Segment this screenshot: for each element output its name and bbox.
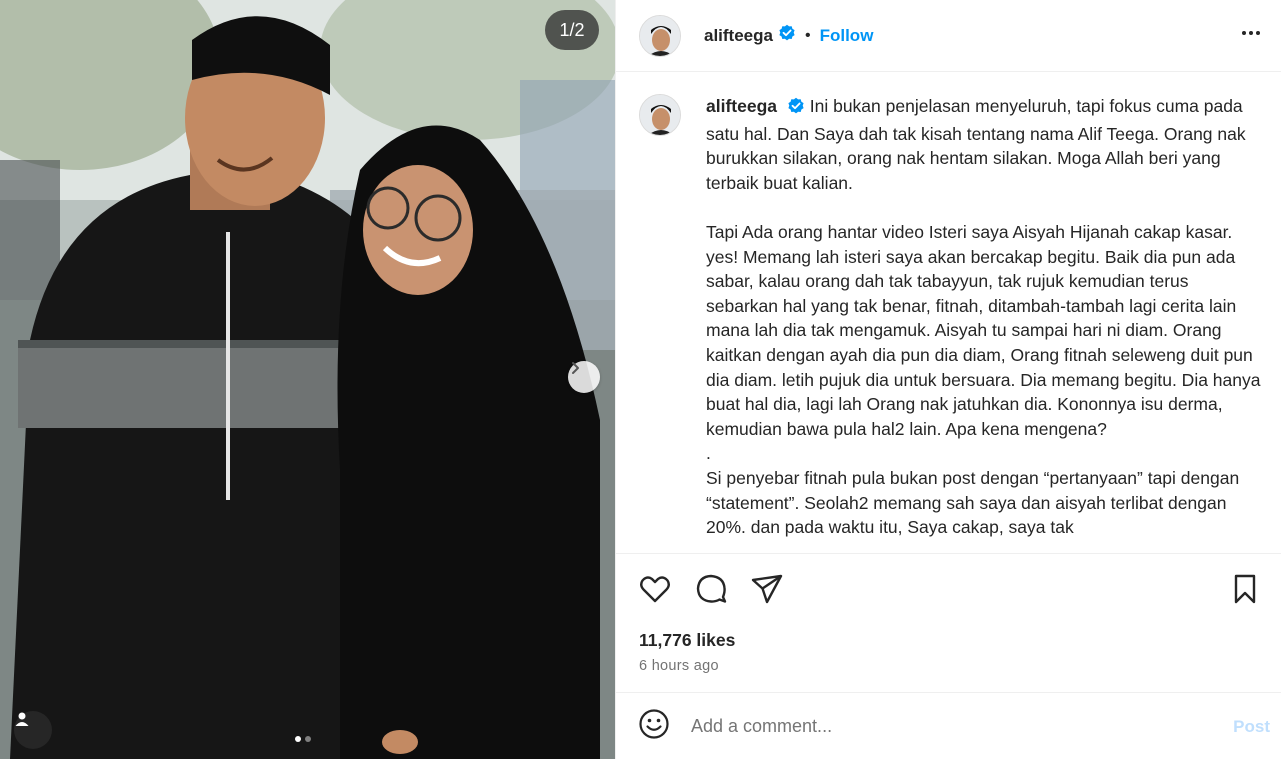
post-media[interactable]: 1/2 [0,0,615,759]
share-button[interactable] [750,572,784,606]
verified-badge-icon [787,97,805,122]
caption-username[interactable]: alifteega [706,96,777,116]
follow-button[interactable]: Follow [820,26,874,46]
separator-dot: • [804,26,811,44]
post-details-panel: alifteega • Follow alifteega Ini bukan p… [615,0,1281,759]
tagged-users-button[interactable] [14,711,52,749]
share-icon [751,574,783,604]
post-comment-button[interactable]: Post [1233,717,1270,737]
media-pagination [295,736,311,742]
post-actions: 11,776 likes 6 hours ago [616,553,1281,693]
caption-paragraph: Tapi Ada orang hantar video Isteri saya … [706,221,1261,439]
avatar-image [640,15,680,56]
author-username[interactable]: alifteega [704,26,773,46]
avatar[interactable] [639,14,681,57]
post-header: alifteega • Follow [616,0,1281,72]
caption-avatar[interactable] [639,94,681,136]
comment-icon [696,574,727,603]
avatar-image [640,95,680,135]
pagination-dot [305,736,311,742]
heart-icon [640,576,670,603]
like-button[interactable] [638,572,672,606]
post-timestamp[interactable]: 6 hours ago [639,658,719,674]
user-tag-icon [15,712,29,726]
save-button[interactable] [1228,572,1262,606]
media-counter: 1/2 [545,10,599,50]
chevron-right-icon [572,362,579,374]
more-options-button[interactable] [1239,21,1263,50]
post-photo [0,0,615,759]
caption-paragraph: . [706,443,711,464]
action-icons [638,572,784,606]
bookmark-icon [1234,574,1256,604]
comment-button[interactable] [694,572,728,606]
likes-count[interactable]: 11,776 likes [639,630,735,651]
comment-bar: Post [616,693,1281,759]
caption-paragraph: Si penyebar fitnah pula bukan post denga… [706,467,1240,538]
caption-text: alifteega Ini bukan penjelasan menyeluru… [706,94,1262,540]
comment-input[interactable] [691,715,1191,737]
pagination-dot-active [295,736,301,742]
caption-row: alifteega Ini bukan penjelasan menyeluru… [639,94,1262,540]
emoji-button[interactable] [638,708,670,745]
caption-scroll-area[interactable]: alifteega Ini bukan penjelasan menyeluru… [616,72,1281,553]
verified-badge-icon [778,24,796,47]
more-horizontal-icon [1242,31,1260,35]
emoji-icon [639,708,669,739]
next-media-button[interactable] [568,361,600,393]
